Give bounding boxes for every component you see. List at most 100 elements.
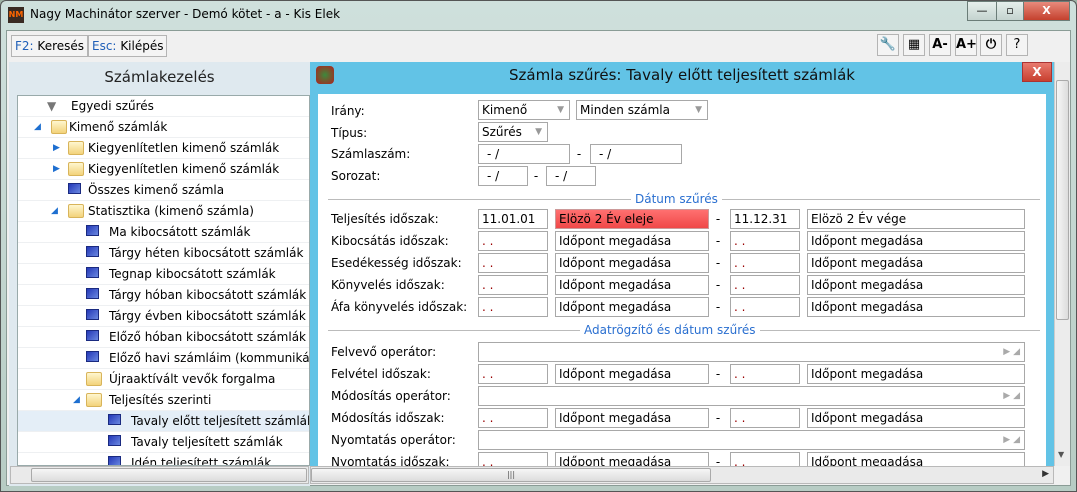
period-label: Esedékesség időszak: [331, 256, 462, 270]
tree-item[interactable]: Előző havi számláim (kommunikáci [18, 348, 310, 369]
date-from-input[interactable]: . . [478, 231, 548, 251]
tree-item[interactable]: Ma kibocsátott számlák [18, 222, 309, 243]
operator-select[interactable]: ▶ ◢ [478, 430, 1025, 450]
tipus-select[interactable]: Szűrés ▼ [478, 122, 548, 142]
dialog-vertical-scrollbar[interactable]: ▲ ▼ [1054, 62, 1070, 466]
date-from-input[interactable]: . . [478, 297, 548, 317]
scrollbar-thumb[interactable] [1056, 80, 1069, 320]
date-to-preset[interactable]: Időpont megadása [807, 297, 1025, 317]
exit-button[interactable]: Esc: Kilépés [88, 35, 168, 57]
date-from-preset[interactable]: Elözö 2 Év eleje [555, 209, 709, 229]
maximize-button[interactable]: ▫ [996, 1, 1024, 21]
sorozat-from-input[interactable]: - / [478, 166, 528, 186]
tree-item[interactable]: Előző hóban kibocsátott számlák [18, 327, 309, 348]
date-to-preset[interactable]: Időpont megadása [807, 253, 1025, 273]
range-dash: - [715, 212, 721, 226]
tree-item[interactable]: Tegnap kibocsátott számlák [18, 264, 309, 285]
tree-item-label: Előző havi számláim (kommunikáci [109, 351, 310, 365]
date-to-preset[interactable]: Időpont megadása [807, 231, 1025, 251]
tree-item[interactable]: Újraaktívált vevők forgalma [18, 369, 309, 390]
date-to-input[interactable]: . . [730, 253, 800, 273]
grid-icon[interactable]: ▦ [903, 34, 925, 56]
date-from-preset[interactable]: Időpont megadása [555, 231, 709, 251]
szamlaszam-from-input[interactable]: - / [478, 144, 570, 164]
dialog-horizontal-scrollbar[interactable]: ||| ▶ [310, 466, 1054, 484]
expanded-arrow-icon[interactable]: ◢ [51, 201, 58, 221]
close-window-button[interactable]: X [1023, 1, 1070, 21]
date-from-input[interactable]: 11.01.01 [478, 209, 548, 229]
date-to-input[interactable]: . . [730, 297, 800, 317]
tree-item[interactable]: ▼ Egyedi szűrés [18, 96, 309, 117]
date-to-preset[interactable]: Időpont megadása [807, 275, 1025, 295]
collapsed-arrow-icon[interactable]: ▶ [53, 159, 60, 179]
help-button[interactable]: ? [1006, 34, 1028, 56]
scrollbar-thumb[interactable] [31, 468, 307, 482]
date-to-input[interactable]: . . [730, 275, 800, 295]
select-value: Kimenő [482, 103, 528, 117]
sorozat-to-input[interactable]: - / [546, 166, 596, 186]
date-to-input[interactable]: . . [730, 408, 800, 428]
tree-item[interactable]: Összes kimenő számla [18, 180, 309, 201]
tree-item[interactable]: Idén teljesített számlák [18, 453, 309, 465]
date-to-preset[interactable]: Időpont megadása [807, 452, 1025, 466]
folder-icon [86, 372, 102, 386]
irany-select[interactable]: Kimenő ▼ [478, 100, 570, 120]
range-dash: - [715, 455, 721, 466]
date-to-input[interactable]: 11.12.31 [730, 209, 800, 229]
font-larger-button[interactable]: A+ [955, 34, 977, 56]
scrollbar-thumb[interactable]: ||| [311, 468, 711, 482]
dialog-close-button[interactable]: X [1022, 62, 1052, 82]
collapsed-arrow-icon[interactable]: ▶ [53, 138, 60, 158]
date-from-preset[interactable]: Időpont megadása [555, 275, 709, 295]
expanded-arrow-icon[interactable]: ◢ [34, 117, 41, 137]
date-from-input[interactable]: . . [478, 364, 548, 384]
tree-item[interactable]: ◢ Statisztika (kimenő számla) [18, 201, 309, 222]
szamlaszam-label: Számlaszám: [331, 147, 411, 161]
chevron-down-icon: ▼ [695, 105, 702, 115]
date-to-preset[interactable]: Időpont megadása [807, 364, 1025, 384]
tree-item-label: Teljesítés szerinti [109, 393, 212, 407]
date-from-preset[interactable]: Időpont megadása [555, 452, 709, 466]
search-button[interactable]: F2: Keresés [11, 35, 89, 57]
expanded-arrow-icon[interactable]: ◢ [73, 390, 80, 410]
tree-item[interactable]: ◢ Kimenő számlák [18, 117, 309, 138]
date-from-input[interactable]: . . [478, 275, 548, 295]
tree-item[interactable]: Tárgy héten kibocsátott számlák [18, 243, 309, 264]
expand-arrow-icon[interactable]: ▶ ◢ [1003, 387, 1020, 405]
period-label: Nyomtatás időszak: [331, 455, 450, 466]
date-to-input[interactable]: . . [730, 364, 800, 384]
date-from-preset[interactable]: Időpont megadása [555, 408, 709, 428]
date-to-preset[interactable]: Időpont megadása [807, 408, 1025, 428]
period-label: Kibocsátás időszak: [331, 234, 449, 248]
operator-select[interactable]: ▶ ◢ [478, 342, 1025, 362]
tree-item[interactable]: Tárgy hóban kibocsátott számlák [18, 285, 309, 306]
date-to-input[interactable]: . . [730, 452, 800, 466]
szamlaszam-to-input[interactable]: - / [590, 144, 682, 164]
operator-select[interactable]: ▶ ◢ [478, 386, 1025, 406]
chevron-down-icon: ▼ [557, 105, 564, 115]
date-to-preset[interactable]: Elözö 2 Év vége [807, 209, 1025, 229]
minimize-button[interactable]: — [967, 1, 997, 21]
expand-arrow-icon[interactable]: ▶ ◢ [1003, 343, 1020, 361]
wrench-icon[interactable]: 🔧 [877, 34, 899, 56]
tree-item[interactable]: ▶ Kiegyenlítetlen kimenő számlák [18, 138, 309, 159]
power-icon[interactable]: ⏻ [980, 34, 1002, 56]
expand-arrow-icon[interactable]: ▶ ◢ [1003, 431, 1020, 449]
tree-item[interactable]: ▶ Kiegyenlítetlen kimenő számlák [18, 159, 309, 180]
invoice-scope-select[interactable]: Minden számla ▼ [576, 100, 708, 120]
computer-icon [108, 414, 121, 425]
tree-item[interactable]: Tavaly teljesített számlák [18, 432, 309, 453]
tree-item[interactable]: Tavaly előtt teljesített számlák [18, 411, 309, 432]
date-from-input[interactable]: . . [478, 452, 548, 466]
tree-item-label: Statisztika (kimenő számla) [88, 204, 254, 218]
tree-item[interactable]: Tárgy évben kibocsátott számlák [18, 306, 309, 327]
date-to-input[interactable]: . . [730, 231, 800, 251]
date-from-preset[interactable]: Időpont megadása [555, 297, 709, 317]
date-from-preset[interactable]: Időpont megadása [555, 253, 709, 273]
tree-item[interactable]: ◢ Teljesítés szerinti [18, 390, 309, 411]
font-smaller-button[interactable]: A- [929, 34, 951, 56]
date-from-input[interactable]: . . [478, 253, 548, 273]
date-from-input[interactable]: . . [478, 408, 548, 428]
date-from-preset[interactable]: Időpont megadása [555, 364, 709, 384]
sidebar-horizontal-scrollbar[interactable] [10, 466, 309, 484]
